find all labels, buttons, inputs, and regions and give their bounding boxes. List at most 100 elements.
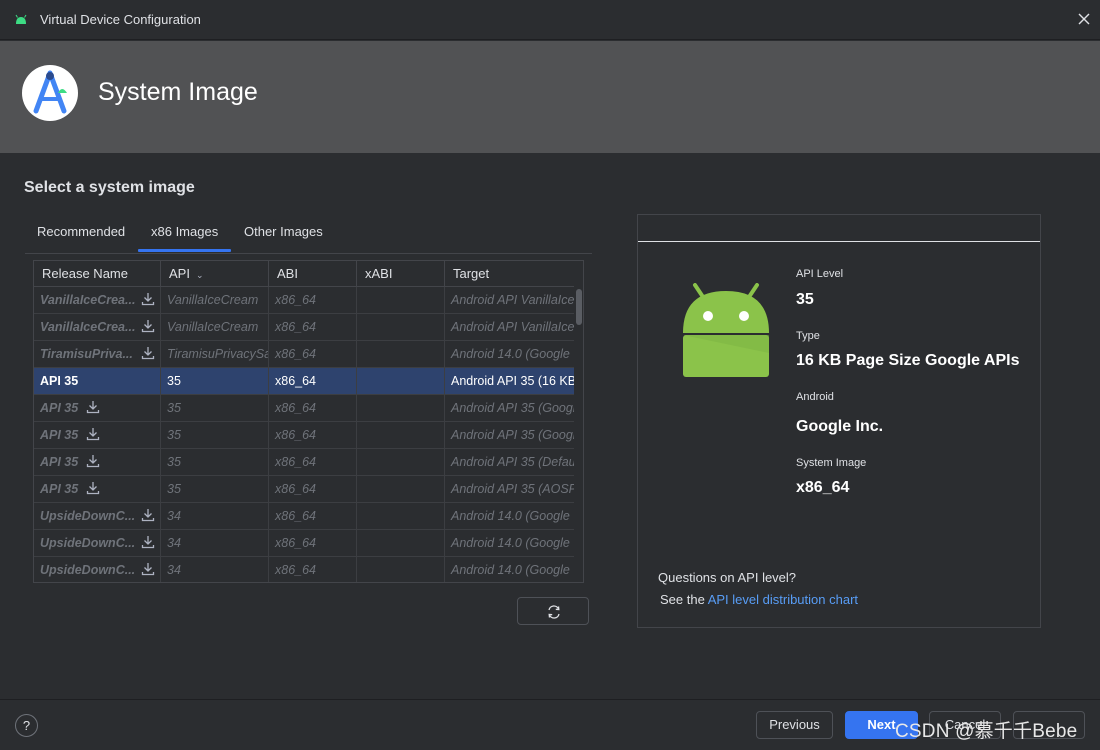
table-header: Release Name API ⌄ ABI xABI Target xyxy=(34,261,574,287)
cell-release-name: VanillaIceCrea... xyxy=(34,314,161,341)
section-title: Select a system image xyxy=(24,179,195,196)
cell-api: 34 xyxy=(161,530,269,557)
cell-release-name: API 35 xyxy=(34,449,161,476)
tab-x86-images[interactable]: x86 Images xyxy=(151,224,218,239)
cell-xabi xyxy=(357,449,445,476)
cell-api: 35 xyxy=(161,422,269,449)
cell-abi: x86_64 xyxy=(269,530,357,557)
footer-divider xyxy=(0,699,1100,700)
download-icon[interactable] xyxy=(86,454,100,468)
cell-abi-text: x86_64 xyxy=(275,563,317,577)
api-question: Questions on API level? xyxy=(658,570,797,585)
android-robot-icon xyxy=(683,283,769,377)
cell-api-text: 34 xyxy=(167,509,181,523)
cell-target: Android API VanillaIceCream xyxy=(445,287,574,314)
download-icon[interactable] xyxy=(141,319,155,333)
cell-target: Android API VanillaIceCream xyxy=(445,314,574,341)
table-row[interactable]: API 35 35 x86_64 Android API 35 (AOSP xyxy=(34,476,574,503)
window-title: Virtual Device Configuration xyxy=(40,12,201,27)
table-row[interactable]: API 35 35 x86_64 Android API 35 (Google xyxy=(34,395,574,422)
download-icon[interactable] xyxy=(86,400,100,414)
cell-api-text: 35 xyxy=(167,455,181,469)
cell-api: 34 xyxy=(161,557,269,582)
cell-release-name: UpsideDownC... xyxy=(34,503,161,530)
table-row[interactable]: UpsideDownC... 34 x86_64 Android 14.0 (Goog… xyxy=(34,557,574,582)
cell-release-name-text: API 35 xyxy=(40,401,79,415)
refresh-icon xyxy=(548,605,560,619)
tab-other-images[interactable]: Other Images xyxy=(244,224,323,239)
cell-abi-text: x86_64 xyxy=(275,374,317,388)
table-row[interactable]: UpsideDownC... 34 x86_64 Android 14.0 (Goog… xyxy=(34,530,574,557)
cell-xabi xyxy=(357,395,445,422)
cell-xabi xyxy=(357,341,445,368)
cell-api-text: 35 xyxy=(167,401,181,415)
close-icon[interactable] xyxy=(1075,10,1093,28)
cell-abi: x86_64 xyxy=(269,503,357,530)
cell-target-text: Android API VanillaIceCream xyxy=(451,320,574,334)
table-scrollbar[interactable] xyxy=(574,287,583,582)
download-icon[interactable] xyxy=(141,562,155,576)
cell-release-name: API 35 xyxy=(34,368,161,395)
type-value: 16 KB Page Size Google APIs xyxy=(796,352,1020,369)
column-abi[interactable]: ABI xyxy=(269,261,357,287)
cell-target: Android API 35 (Google xyxy=(445,422,574,449)
cell-api-text: 34 xyxy=(167,536,181,550)
column-api[interactable]: API ⌄ xyxy=(161,261,269,287)
download-icon[interactable] xyxy=(141,346,155,360)
column-target[interactable]: Target xyxy=(445,261,574,287)
column-api-label: API xyxy=(169,266,190,281)
cell-api-text: 35 xyxy=(167,428,181,442)
cell-abi-text: x86_64 xyxy=(275,428,317,442)
cell-api: 35 xyxy=(161,449,269,476)
cell-target-text: Android API 35 (16 KB xyxy=(451,374,574,388)
table-row-selected[interactable]: API 35 35 x86_64 Android API 35 (16 KB xyxy=(34,368,574,395)
download-icon[interactable] xyxy=(86,481,100,495)
column-release-name[interactable]: Release Name xyxy=(34,261,161,287)
cell-target-text: Android 14.0 (Google xyxy=(451,563,570,577)
scrollbar-thumb[interactable] xyxy=(576,289,582,325)
cell-release-name-text: VanillaIceCrea... xyxy=(40,293,136,307)
cell-release-name: API 35 xyxy=(34,422,161,449)
cell-target: Android API 35 (Default xyxy=(445,449,574,476)
cell-release-name-text: UpsideDownC... xyxy=(40,563,136,577)
download-icon[interactable] xyxy=(141,508,155,522)
previous-button[interactable]: Previous xyxy=(756,711,833,739)
cell-xabi xyxy=(357,314,445,341)
cell-release-name-text: API 35 xyxy=(40,374,79,388)
table-row[interactable]: API 35 35 x86_64 Android API 35 (Google xyxy=(34,422,574,449)
cell-abi-text: x86_64 xyxy=(275,455,317,469)
cell-target: Android API 35 (AOSP xyxy=(445,476,574,503)
download-icon[interactable] xyxy=(141,292,155,306)
table-row[interactable]: API 35 35 x86_64 Android API 35 (Default xyxy=(34,449,574,476)
download-icon[interactable] xyxy=(86,427,100,441)
cell-release-name-text: API 35 xyxy=(40,428,79,442)
panel-divider xyxy=(638,241,1040,242)
cell-target-text: Android API VanillaIceCream xyxy=(451,293,574,307)
api-distribution-link[interactable]: API level distribution chart xyxy=(708,592,858,607)
cell-abi: x86_64 xyxy=(269,395,357,422)
table-row[interactable]: VanillaIceCrea... VanillaIceCream x86_64 An… xyxy=(34,287,574,314)
cell-target: Android 14.0 (Google xyxy=(445,530,574,557)
refresh-button[interactable] xyxy=(517,597,589,625)
cell-api-text: 35 xyxy=(167,374,181,388)
cell-abi-text: x86_64 xyxy=(275,401,317,415)
download-icon[interactable] xyxy=(141,535,155,549)
column-xabi[interactable]: xABI xyxy=(357,261,445,287)
title-bar: Virtual Device Configuration xyxy=(0,0,1100,40)
cell-api: VanillaIceCream xyxy=(161,287,269,314)
tab-recommended[interactable]: Recommended xyxy=(37,224,125,239)
api-level-label: API Level xyxy=(796,268,844,280)
cell-xabi xyxy=(357,503,445,530)
cell-abi-text: x86_64 xyxy=(275,509,317,523)
table-row[interactable]: UpsideDownC... 34 x86_64 Android 14.0 (Goog… xyxy=(34,503,574,530)
android-icon xyxy=(15,14,27,24)
cell-api: VanillaIceCream xyxy=(161,314,269,341)
cell-api-text: 35 xyxy=(167,482,181,496)
table-row[interactable]: TiramisuPriva... TiramisuPrivacySandbox x8… xyxy=(34,341,574,368)
tab-bar: Recommended x86 Images Other Images xyxy=(25,218,592,254)
cell-xabi xyxy=(357,422,445,449)
cell-api: TiramisuPrivacySandbox xyxy=(161,341,269,368)
help-button[interactable]: ? xyxy=(15,714,38,737)
table-row[interactable]: VanillaIceCrea... VanillaIceCream x86_64 An… xyxy=(34,314,574,341)
system-image-value: x86_64 xyxy=(796,479,850,496)
